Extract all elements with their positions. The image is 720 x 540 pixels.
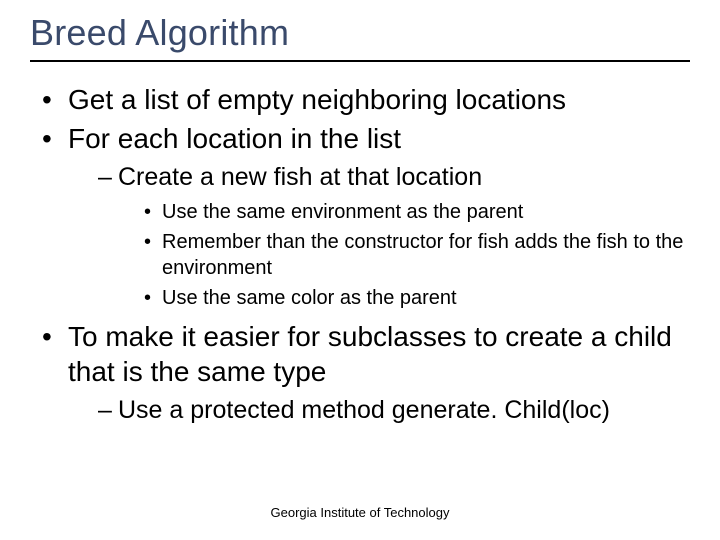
bullet-text: Use a protected method generate. Child(l…: [118, 396, 610, 424]
bullet-sublist: Use a protected method generate. Child(l…: [68, 395, 690, 426]
bullet-level3: Use the same color as the parent: [144, 285, 690, 311]
bullet-level1: Get a list of empty neighboring location…: [40, 82, 690, 117]
slide: Breed Algorithm Get a list of empty neig…: [0, 0, 720, 540]
bullet-text: Remember than the constructor for fish a…: [162, 231, 683, 279]
bullet-level2: Use a protected method generate. Child(l…: [98, 395, 690, 426]
bullet-sublist: Create a new fish at that location Use t…: [68, 162, 690, 311]
bullet-text: Use the same environment as the parent: [162, 201, 523, 223]
bullet-level1: For each location in the list Create a n…: [40, 121, 690, 311]
bullet-level2: Create a new fish at that location Use t…: [98, 162, 690, 311]
footer-text: Georgia Institute of Technology: [0, 505, 720, 520]
bullet-list: Get a list of empty neighboring location…: [30, 82, 690, 427]
bullet-sublist: Use the same environment as the parent R…: [118, 199, 690, 311]
bullet-text: Create a new fish at that location: [118, 163, 482, 191]
bullet-level3: Use the same environment as the parent: [144, 199, 690, 225]
bullet-text: For each location in the list: [68, 123, 401, 154]
slide-title: Breed Algorithm: [30, 12, 690, 62]
bullet-text: Use the same color as the parent: [162, 287, 457, 309]
bullet-level1: To make it easier for subclasses to crea…: [40, 319, 690, 426]
bullet-text: To make it easier for subclasses to crea…: [68, 321, 672, 387]
bullet-level3: Remember than the constructor for fish a…: [144, 229, 690, 281]
bullet-text: Get a list of empty neighboring location…: [68, 84, 566, 115]
